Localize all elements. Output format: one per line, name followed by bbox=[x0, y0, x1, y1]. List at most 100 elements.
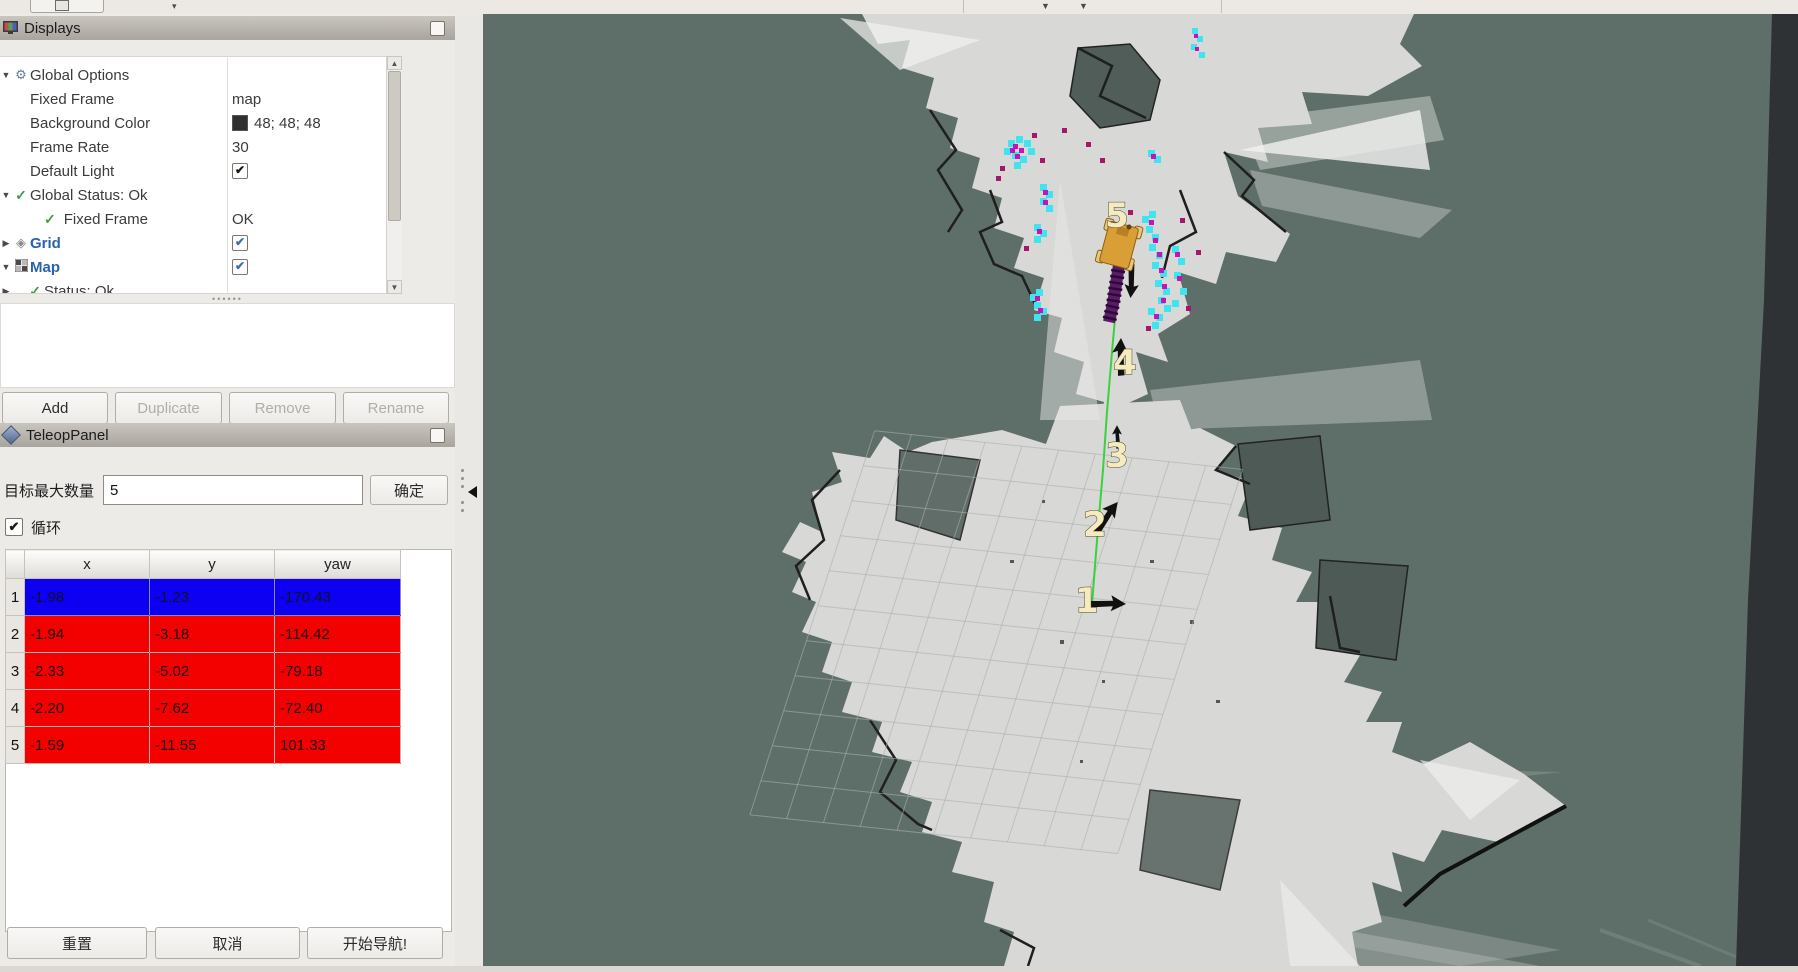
goal-x-cell[interactable]: -2.33 bbox=[25, 653, 150, 690]
collapse-panel-arrow-icon[interactable] bbox=[468, 486, 477, 498]
dock-splitter[interactable] bbox=[455, 14, 483, 966]
default-light-checkbox[interactable]: ✔ bbox=[232, 163, 248, 179]
goal-table[interactable]: x y yaw 1-1.98-1.23-170.432-1.94-3.18-11… bbox=[5, 549, 401, 764]
tree-row-default-light[interactable]: Default Light ✔ bbox=[0, 159, 401, 183]
goal-yaw-cell[interactable]: -170.43 bbox=[275, 579, 401, 616]
goal-x-cell[interactable]: -1.98 bbox=[25, 579, 150, 616]
displays-panel-title: Displays bbox=[24, 20, 81, 37]
displays-panel-icon bbox=[3, 21, 18, 35]
splitter-dot bbox=[461, 469, 464, 472]
scrollbar-thumb[interactable] bbox=[388, 71, 401, 221]
toolbar-partial-button[interactable] bbox=[30, 0, 104, 13]
col-header-yaw[interactable]: yaw bbox=[275, 550, 401, 579]
goal-yaw-cell[interactable]: -79.18 bbox=[275, 653, 401, 690]
teleop-panel-titlebar[interactable]: TeleopPanel bbox=[0, 423, 455, 447]
dropdown-arrow-icon[interactable]: ▼ bbox=[1041, 0, 1050, 13]
goal-x-cell[interactable]: -1.94 bbox=[25, 616, 150, 653]
rviz-3d-viewport[interactable]: 1 2 3 4 5 bbox=[483, 14, 1798, 966]
scroll-down-icon[interactable]: ▼ bbox=[387, 280, 402, 294]
background-color-value-cell[interactable]: 48; 48; 48 bbox=[232, 115, 321, 132]
toolbar-separator bbox=[963, 0, 964, 13]
duplicate-button[interactable]: Duplicate bbox=[115, 392, 222, 424]
teleop-panel-icon bbox=[1, 425, 21, 445]
goal-table-header-row: x y yaw bbox=[6, 550, 401, 579]
mini-dropdown-arrow-icon[interactable]: ▾ bbox=[172, 0, 177, 13]
expand-open-icon[interactable]: ▼ bbox=[0, 70, 12, 80]
tree-row-map-status-partial[interactable]: ▶ ✓ Status: Ok bbox=[0, 279, 401, 294]
reset-button[interactable]: 重置 bbox=[7, 927, 147, 959]
cancel-button[interactable]: 取消 bbox=[155, 927, 300, 959]
rename-button[interactable]: Rename bbox=[343, 392, 449, 424]
goal-yaw-cell[interactable]: 101.33 bbox=[275, 727, 401, 764]
tree-row-map[interactable]: ▼ Map ✔ bbox=[0, 255, 401, 279]
max-goal-input[interactable] bbox=[103, 475, 363, 505]
start-nav-button[interactable]: 开始导航! bbox=[307, 927, 443, 959]
goal-x-cell[interactable]: -2.20 bbox=[25, 690, 150, 727]
remove-button[interactable]: Remove bbox=[229, 392, 336, 424]
expand-open-icon[interactable]: ▼ bbox=[0, 262, 12, 272]
tree-row-frame-rate[interactable]: Frame Rate 30 bbox=[0, 135, 401, 159]
table-row[interactable]: 2-1.94-3.18-114.42 bbox=[6, 616, 401, 653]
tree-row-global-options[interactable]: ▼ ⚙ Global Options bbox=[0, 63, 401, 87]
splitter-dot bbox=[461, 501, 464, 504]
row-number[interactable]: 3 bbox=[6, 653, 25, 690]
fixed-frame-value[interactable]: map bbox=[232, 91, 261, 108]
expand-closed-icon[interactable]: ▶ bbox=[0, 238, 12, 249]
row-number[interactable]: 2 bbox=[6, 616, 25, 653]
tree-scrollbar[interactable]: ▲ ▼ bbox=[386, 56, 402, 294]
table-row[interactable]: 3-2.33-5.02-79.18 bbox=[6, 653, 401, 690]
background-color-label: Background Color bbox=[30, 115, 150, 132]
teleop-float-button[interactable] bbox=[430, 428, 445, 443]
property-description-area bbox=[0, 303, 455, 388]
col-header-x[interactable]: x bbox=[25, 550, 150, 579]
col-header-y[interactable]: y bbox=[150, 550, 275, 579]
tree-row-global-status[interactable]: ▼ ✓ Global Status: Ok bbox=[0, 183, 401, 207]
row-number[interactable]: 4 bbox=[6, 690, 25, 727]
tree-column-divider bbox=[227, 56, 228, 294]
goal-x-cell[interactable]: -1.59 bbox=[25, 727, 150, 764]
row-number[interactable]: 1 bbox=[6, 579, 25, 616]
goal-y-cell[interactable]: -1.23 bbox=[150, 579, 275, 616]
grid-checkbox[interactable]: ✔ bbox=[232, 235, 248, 251]
map-status-label: Status: Ok bbox=[44, 283, 114, 295]
goal-yaw-cell[interactable]: -114.42 bbox=[275, 616, 401, 653]
goal-y-cell[interactable]: -11.55 bbox=[150, 727, 275, 764]
goal-y-cell[interactable]: -5.02 bbox=[150, 653, 275, 690]
add-button[interactable]: Add bbox=[2, 392, 108, 424]
map-checkbox[interactable]: ✔ bbox=[232, 259, 248, 275]
loop-checkbox[interactable]: ✔ bbox=[5, 518, 23, 536]
confirm-button[interactable]: 确定 bbox=[370, 475, 448, 505]
top-toolbar: ▾ ▼ ▼ bbox=[0, 0, 1798, 15]
fixed-frame-status-label: Fixed Frame bbox=[64, 211, 148, 228]
scroll-up-icon[interactable]: ▲ bbox=[387, 56, 402, 70]
splitter-dot bbox=[461, 477, 464, 480]
max-goal-label: 目标最大数量 bbox=[4, 474, 100, 506]
expand-closed-icon[interactable]: ▶ bbox=[0, 286, 12, 295]
expand-open-icon[interactable]: ▼ bbox=[0, 190, 12, 200]
table-row[interactable]: 5-1.59-11.55101.33 bbox=[6, 727, 401, 764]
status-ok-check-icon: ✓ bbox=[44, 211, 56, 228]
goal-y-cell[interactable]: -7.62 bbox=[150, 690, 275, 727]
displays-panel-titlebar[interactable]: Displays bbox=[0, 16, 455, 40]
corner-header bbox=[6, 550, 25, 579]
tree-row-background-color[interactable]: Background Color 48; 48; 48 bbox=[0, 111, 401, 135]
toolbar-separator bbox=[1221, 0, 1222, 13]
row-number[interactable]: 5 bbox=[6, 727, 25, 764]
table-row[interactable]: 1-1.98-1.23-170.43 bbox=[6, 579, 401, 616]
map-icon bbox=[12, 259, 30, 275]
dropdown-arrow-icon[interactable]: ▼ bbox=[1079, 0, 1088, 13]
goal-y-cell[interactable]: -3.18 bbox=[150, 616, 275, 653]
goal-yaw-cell[interactable]: -72.40 bbox=[275, 690, 401, 727]
tree-row-fixed-frame-status[interactable]: ✓ Fixed Frame OK bbox=[0, 207, 401, 231]
fixed-frame-label: Fixed Frame bbox=[30, 91, 114, 108]
displays-float-button[interactable] bbox=[430, 21, 445, 36]
window-bottom-edge bbox=[0, 966, 1798, 972]
frame-rate-value[interactable]: 30 bbox=[232, 139, 249, 156]
tree-row-grid[interactable]: ▶ ◈ Grid ✔ bbox=[0, 231, 401, 255]
waypoint-label-4: 4 bbox=[1113, 343, 1137, 383]
displays-tree: ▼ ⚙ Global Options Fixed Frame map Backg… bbox=[0, 56, 402, 294]
teleop-panel-title: TeleopPanel bbox=[26, 427, 109, 444]
table-row[interactable]: 4-2.20-7.62-72.40 bbox=[6, 690, 401, 727]
status-ok-check-icon: ✓ bbox=[12, 187, 30, 204]
tree-row-fixed-frame[interactable]: Fixed Frame map bbox=[0, 87, 401, 111]
